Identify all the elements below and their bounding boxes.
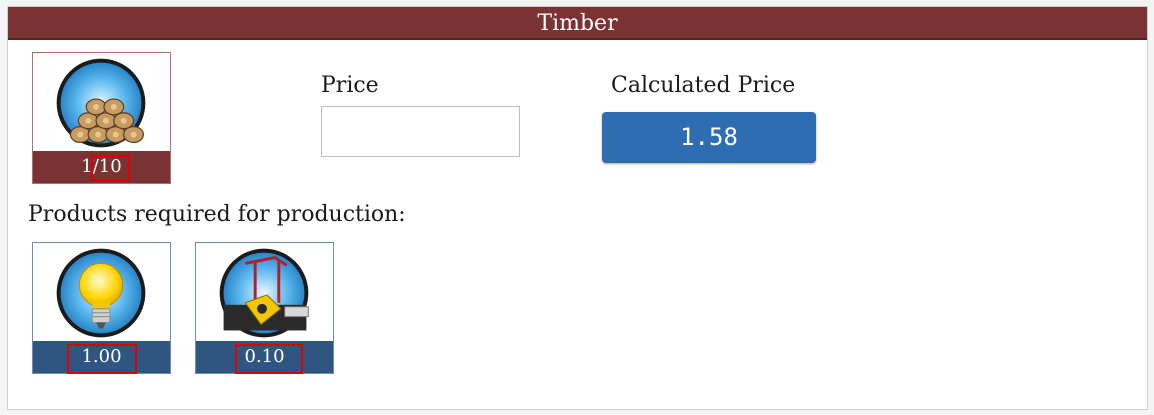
- timber-logs-icon: [56, 58, 146, 148]
- highlight-box: [67, 344, 137, 374]
- lightbulb-icon: [56, 248, 146, 338]
- requirements-heading: Products required for production:: [28, 202, 406, 227]
- calculated-price-label: Calculated Price: [611, 73, 796, 98]
- calculated-price-value: 1.58: [602, 112, 816, 163]
- price-label: Price: [321, 73, 379, 98]
- product-panel: Timber 1/10 Price Calculated Price 1.58 …: [7, 6, 1148, 410]
- highlight-box: [91, 155, 130, 181]
- panel-title: Timber: [8, 7, 1147, 40]
- machinery-icon: [219, 248, 309, 338]
- highlight-box: [235, 344, 303, 374]
- price-input[interactable]: [321, 106, 520, 157]
